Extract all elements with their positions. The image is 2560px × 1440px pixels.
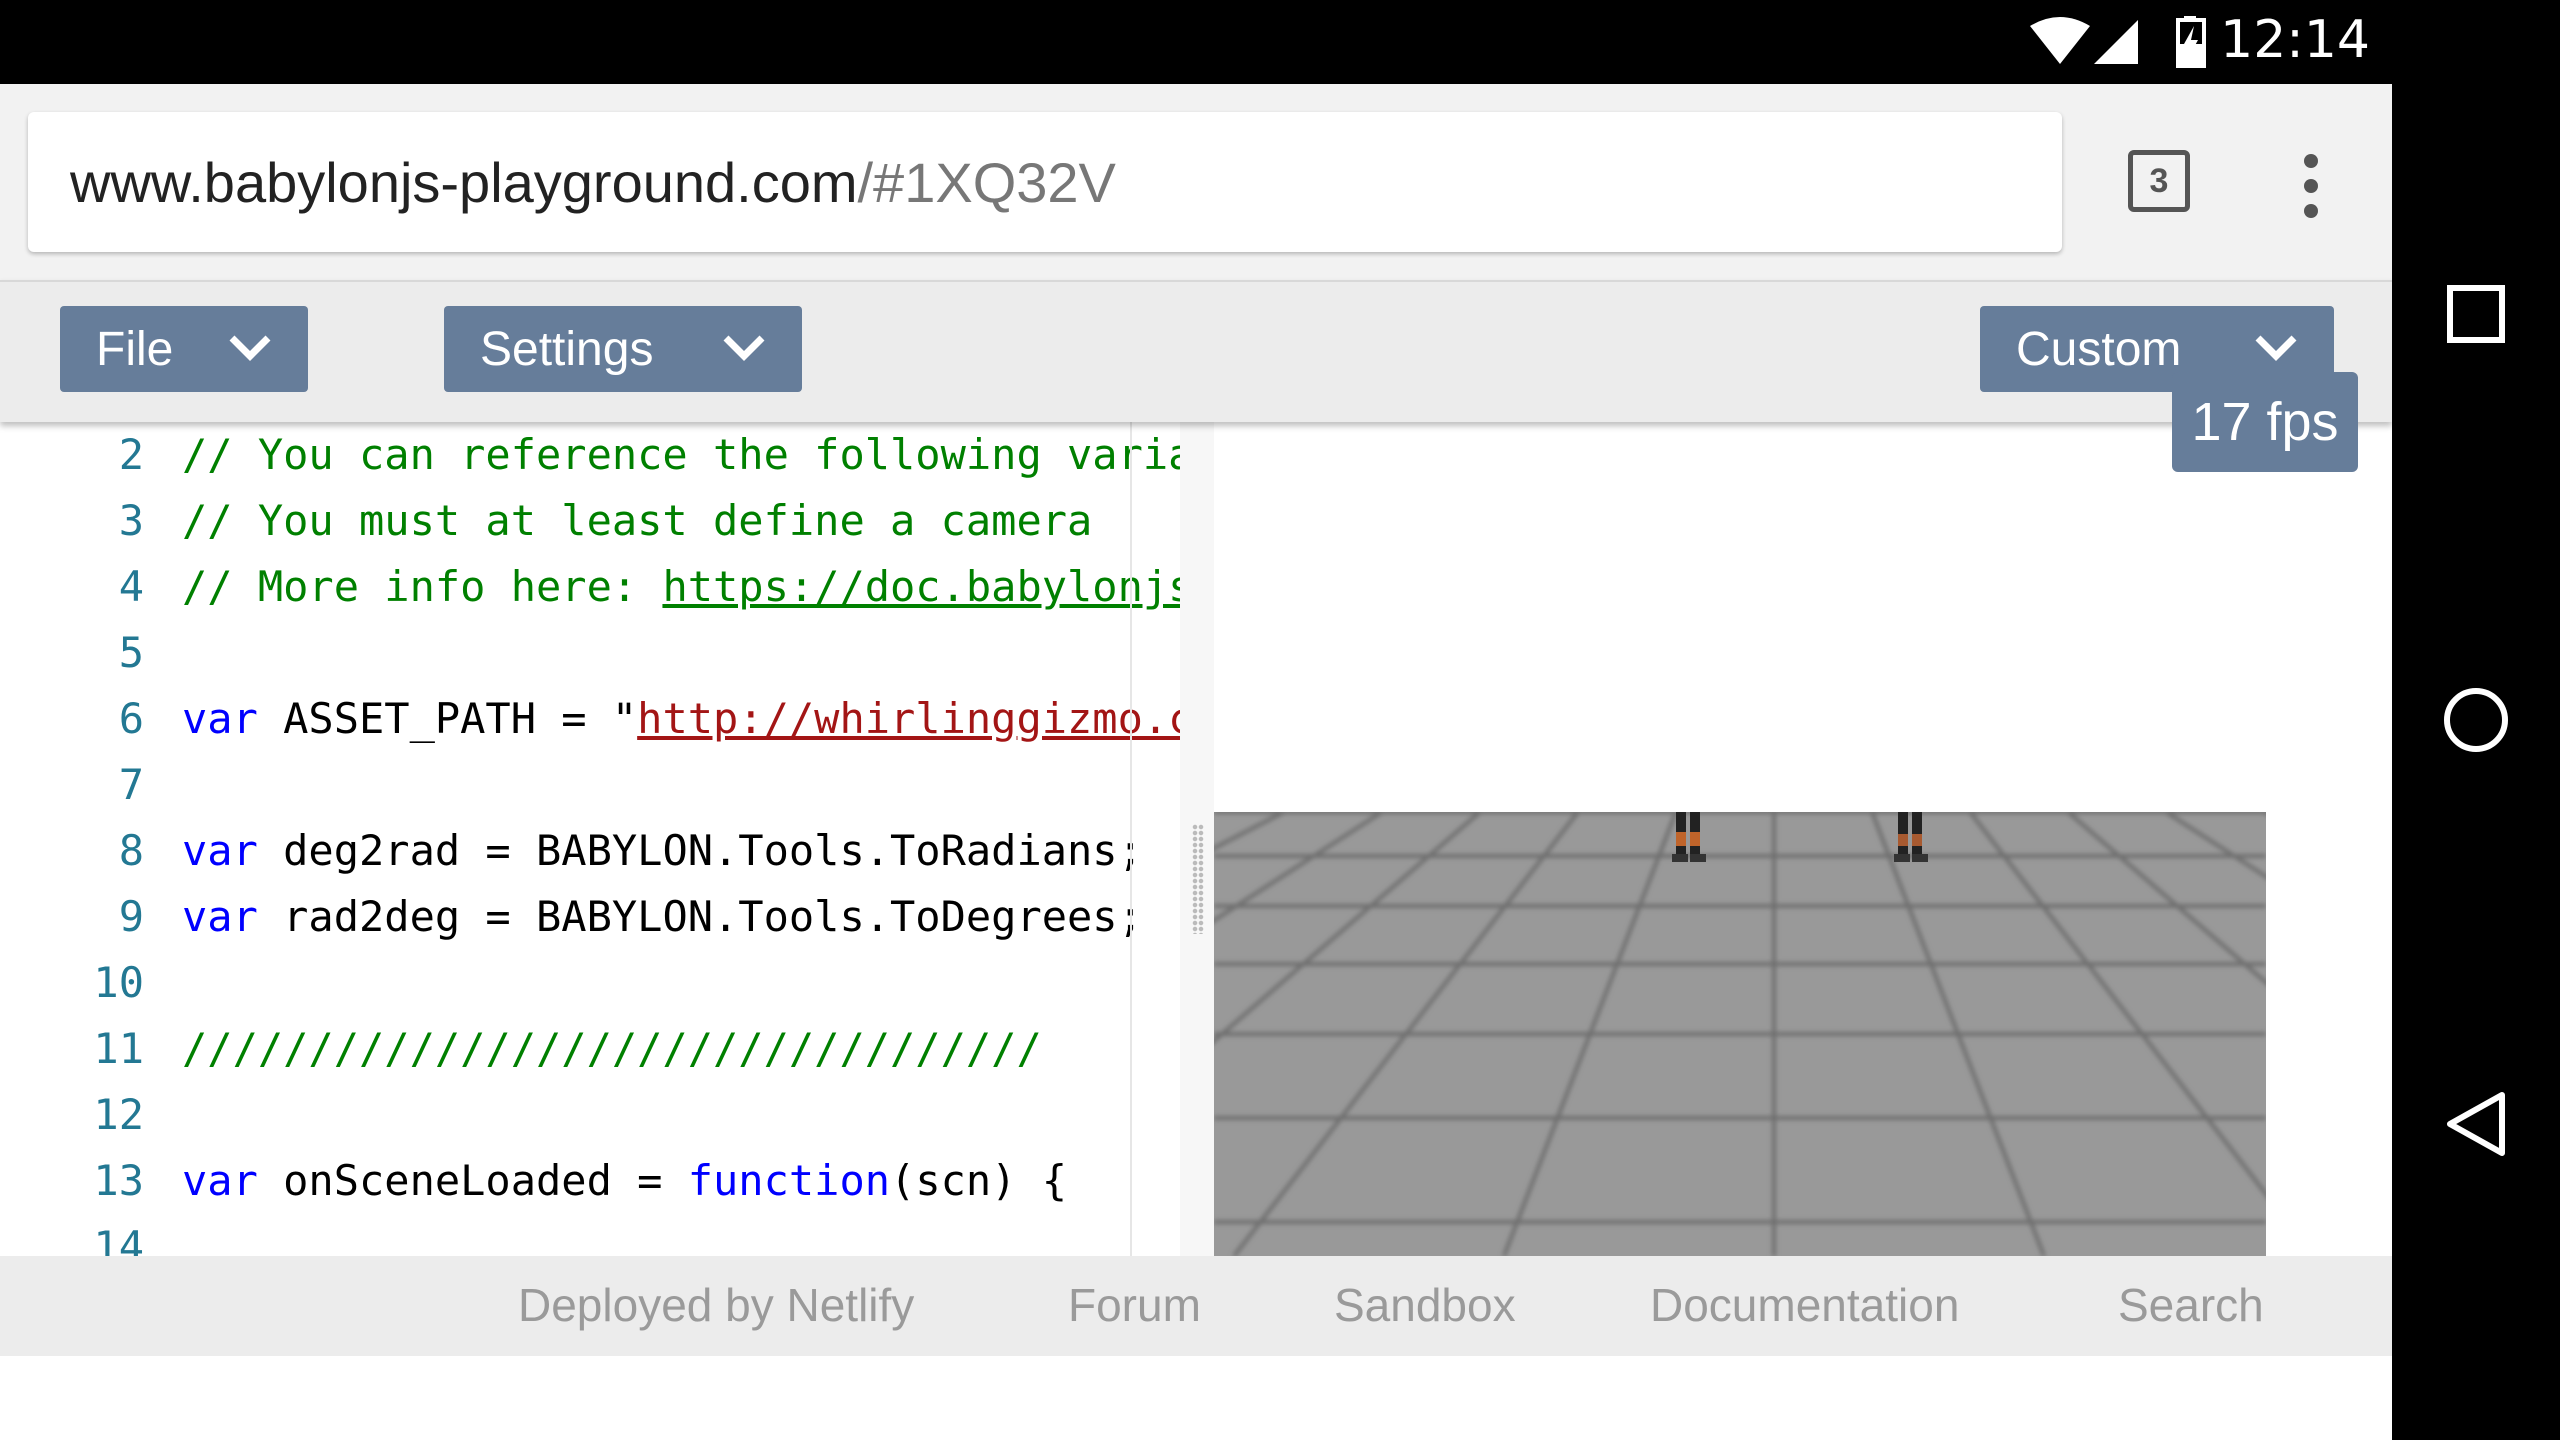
home-button[interactable] <box>2392 660 2560 780</box>
code-text[interactable]: // You can reference the following varia… <box>182 422 1180 488</box>
code-line[interactable]: 12 <box>0 1082 1180 1148</box>
line-number: 9 <box>118 892 144 941</box>
footer-link[interactable]: Forum <box>1068 1278 1201 1332</box>
footer-link[interactable]: Sandbox <box>1334 1278 1516 1332</box>
code-text[interactable]: var ASSET_PATH = "http://whirlinggizmo.c… <box>182 686 1180 752</box>
line-number: 14 <box>93 1222 144 1256</box>
android-nav-bar <box>2392 84 2560 1440</box>
url-text[interactable]: www.babylonjs-playground.com/#1XQ32V <box>70 150 1116 215</box>
url-host: www.babylonjs-playground.com <box>70 150 858 214</box>
code-line[interactable]: 8 var deg2rad = BABYLON.Tools.ToRadians; <box>0 818 1180 884</box>
line-number: 10 <box>93 958 144 1007</box>
footer-bar: Deployed by Netlify Forum Sandbox Documenta… <box>0 1256 2392 1356</box>
code-line[interactable]: 14 <box>0 1214 1180 1256</box>
custom-menu-label: Custom <box>2016 322 2182 376</box>
url-bar[interactable]: www.babylonjs-playground.com/#1XQ32V <box>28 112 2062 252</box>
status-bar: 12:14 <box>0 0 2560 84</box>
overflow-menu-icon[interactable] <box>2296 154 2326 218</box>
status-time: 12:14 <box>2220 10 2370 70</box>
chevron-down-icon <box>229 335 271 361</box>
playground-toolbar: File Settings Custom <box>0 280 2392 422</box>
footer-link[interactable]: Deployed by Netlify <box>518 1278 914 1332</box>
browser-toolbar: www.babylonjs-playground.com/#1XQ32V 3 <box>0 84 2392 280</box>
line-number: 2 <box>118 430 144 479</box>
recents-button[interactable] <box>2392 254 2560 374</box>
settings-menu-button[interactable]: Settings <box>444 306 802 392</box>
code-token: // You must at least define a camera <box>182 496 1093 545</box>
line-number: 7 <box>118 760 144 809</box>
line-number: 8 <box>118 826 144 875</box>
code-token: function <box>687 1156 891 1205</box>
cell-signal-icon <box>2094 20 2138 64</box>
line-number: 11 <box>93 1024 144 1073</box>
footer-link[interactable]: Search <box>2118 1278 2264 1332</box>
code-line[interactable]: 4 // More info here: https://doc.babylonj… <box>0 554 1180 620</box>
chevron-down-icon <box>2255 335 2297 361</box>
code-line[interactable]: 7 <box>0 752 1180 818</box>
code-line[interactable]: 2 // You can reference the following vari… <box>0 422 1180 488</box>
code-token: ////////////////////////////////// <box>182 1024 1042 1073</box>
tab-switcher-button[interactable]: 3 <box>2128 150 2190 212</box>
line-number: 3 <box>118 496 144 545</box>
pane-splitter[interactable] <box>1180 336 1214 1256</box>
code-line[interactable]: 3 // You must at least define a camera <box>0 488 1180 554</box>
footer-link[interactable]: Documentation <box>1650 1278 1959 1332</box>
line-number: 12 <box>93 1090 144 1139</box>
code-line[interactable]: 6 var ASSET_PATH = "http://whirlinggizmo.… <box>0 686 1180 752</box>
splitter-grip-icon[interactable] <box>1192 824 1204 934</box>
file-menu-button[interactable]: File <box>60 306 308 392</box>
code-token: deg2rad = BABYLON.Tools.ToRadians; <box>257 826 1143 875</box>
code-token: http://whirlinggizmo.co <box>637 694 1180 743</box>
code-token: // You can reference the following varia… <box>182 430 1180 479</box>
code-token: (scn) { <box>890 1156 1068 1205</box>
back-triangle-icon <box>2447 1092 2505 1156</box>
code-token: rad2deg = BABYLON.Tools.ToDegrees; <box>257 892 1143 941</box>
code-token: ASSET_PATH = " <box>257 694 638 743</box>
ground-grid <box>1214 812 2266 1256</box>
code-token: https://doc.babylonjs. <box>662 562 1180 611</box>
status-icons <box>2030 14 2206 74</box>
url-path: /#1XQ32V <box>857 150 1116 214</box>
code-line[interactable]: 13 var onSceneLoaded = function(scn) { <box>0 1148 1180 1214</box>
code-line[interactable]: 11 ////////////////////////////////// <box>0 1016 1180 1082</box>
code-token: var <box>182 826 258 875</box>
square-icon <box>2447 285 2505 343</box>
back-button[interactable] <box>2392 1064 2560 1184</box>
code-token: onSceneLoaded = <box>257 1156 688 1205</box>
code-text[interactable]: var deg2rad = BABYLON.Tools.ToRadians; <box>182 818 1180 884</box>
line-number: 4 <box>118 562 144 611</box>
code-text[interactable]: ////////////////////////////////// <box>182 1016 1180 1082</box>
chevron-down-icon <box>723 335 765 361</box>
code-editor[interactable]: 1// You have to create a function called… <box>0 336 1180 1256</box>
code-text[interactable]: var onSceneLoaded = function(scn) { <box>182 1148 1180 1214</box>
settings-menu-label: Settings <box>480 322 654 376</box>
code-token: var <box>182 694 258 743</box>
code-text[interactable]: // You must at least define a camera <box>182 488 1180 554</box>
render-canvas[interactable] <box>1214 336 2392 1256</box>
code-line[interactable]: 9 var rad2deg = BABYLON.Tools.ToDegrees; <box>0 884 1180 950</box>
line-number: 6 <box>118 694 144 743</box>
code-text[interactable]: var rad2deg = BABYLON.Tools.ToDegrees; <box>182 884 1180 950</box>
code-text[interactable]: // More info here: https://doc.babylonjs… <box>182 554 1180 620</box>
editor-scrollbar-track[interactable] <box>1130 336 1132 1256</box>
battery-charging-icon <box>2176 16 2206 68</box>
code-token: var <box>182 892 258 941</box>
fps-counter: 17 fps <box>2172 372 2358 472</box>
file-menu-label: File <box>96 322 174 376</box>
code-line[interactable]: 10 <box>0 950 1180 1016</box>
wifi-icon <box>2030 17 2090 64</box>
code-token: var <box>182 1156 258 1205</box>
code-token: // More info here: <box>182 562 663 611</box>
code-line[interactable]: 5 <box>0 620 1180 686</box>
line-number: 13 <box>93 1156 144 1205</box>
line-number: 5 <box>118 628 144 677</box>
circle-icon <box>2444 688 2508 752</box>
